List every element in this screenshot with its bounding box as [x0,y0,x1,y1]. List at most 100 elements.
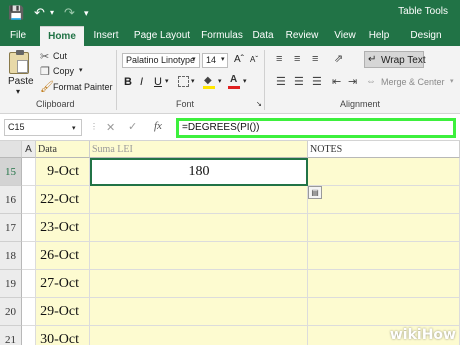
row-header[interactable]: 19 [0,270,22,298]
cell-a[interactable] [22,186,36,214]
font-group-label: Font [176,99,195,109]
date-cell[interactable]: 22-Oct [36,186,90,214]
enter-icon[interactable]: ✓ [128,120,137,133]
customize-toolbar-icon[interactable]: ▾ [84,5,89,21]
cancel-icon[interactable]: ✕ [106,121,115,134]
font-dialog-launcher-icon[interactable]: ↘ [256,100,262,108]
font-size-dropdown-icon[interactable]: ▾ [221,55,225,63]
copy-button[interactable]: Copy [53,66,74,76]
undo-dropdown-icon[interactable]: ▾ [50,5,54,21]
cell-a[interactable] [22,214,36,242]
borders-icon[interactable] [178,76,189,87]
column-header-data[interactable]: Data [36,141,90,158]
orientation-icon[interactable]: ⇗ [334,53,343,65]
notes-cell[interactable] [308,242,460,270]
tab-formulas[interactable]: Formulas [196,26,248,46]
font-color-icon[interactable]: A [228,74,240,89]
select-all-corner[interactable] [0,141,22,158]
tab-insert[interactable]: Insert [88,26,124,46]
underline-dropdown-icon[interactable]: ▾ [165,77,169,85]
tab-view[interactable]: View [330,26,360,46]
date-cell[interactable]: 29-Oct [36,298,90,326]
tab-home[interactable]: Home [40,26,84,46]
cell-a[interactable] [22,242,36,270]
row-header[interactable]: 21 [0,326,22,345]
tab-file[interactable]: File [2,26,34,46]
bold-button[interactable]: B [124,76,132,88]
suma-lei-cell[interactable] [90,326,308,345]
formula-bar-more-icon[interactable]: ⋮ [90,122,98,131]
tab-page-layout[interactable]: Page Layout [130,26,194,46]
align-left-icon[interactable]: ☰ [276,76,286,88]
column-header-a[interactable]: A [22,141,36,158]
format-painter-icon[interactable]: 🖌 [40,81,54,93]
underline-button[interactable]: U [154,76,162,88]
name-box[interactable]: C15 [4,119,82,136]
notes-cell[interactable] [308,214,460,242]
copy-icon[interactable]: ❐ [40,66,50,78]
fill-color-icon[interactable]: ◆ [203,75,215,89]
row-header[interactable]: 15 [0,158,22,186]
row-header[interactable]: 20 [0,298,22,326]
row-header[interactable]: 18 [0,242,22,270]
formula-input[interactable]: =DEGREES(PI()) [176,118,456,138]
increase-indent-icon[interactable]: ⇥ [348,76,357,88]
column-header-notes[interactable]: NOTES [308,141,460,158]
italic-button[interactable]: I [140,76,143,88]
column-header-suma-lei[interactable]: Suma LEI [90,141,308,158]
notes-cell[interactable] [308,158,460,186]
cut-button[interactable]: Cut [53,51,67,61]
date-cell[interactable]: 9-Oct [36,158,90,186]
align-center-icon[interactable]: ☰ [294,76,304,88]
font-name-select[interactable]: Palatino Linotype [122,53,200,68]
suma-lei-cell[interactable] [90,298,308,326]
row-header[interactable]: 16 [0,186,22,214]
tab-data[interactable]: Data [250,26,276,46]
date-cell[interactable]: 30-Oct [36,326,90,345]
save-icon[interactable]: 💾 [8,5,24,21]
selected-cell-c15[interactable]: 180 [90,158,308,186]
fill-color-dropdown-icon[interactable]: ▾ [218,77,222,85]
spreadsheet-grid: A Data Suma LEI NOTES 15 9-Oct 180 16 22-Oct… [0,141,460,345]
increase-font-icon[interactable]: Aˆ [234,54,244,65]
insert-function-button[interactable]: fx [154,120,162,132]
date-cell[interactable]: 27-Oct [36,270,90,298]
suma-lei-cell[interactable] [90,242,308,270]
cell-a[interactable] [22,158,36,186]
notes-cell[interactable] [308,270,460,298]
align-right-icon[interactable]: ☰ [312,76,322,88]
format-painter-button[interactable]: Format Painter [53,82,113,92]
notes-cell[interactable] [308,186,460,214]
align-middle-icon[interactable]: ≡ [294,53,300,65]
wrap-text-button[interactable]: ↵ Wrap Text [364,51,426,68]
font-color-dropdown-icon[interactable]: ▾ [243,77,247,85]
align-top-icon[interactable]: ≡ [276,53,282,65]
name-box-dropdown-icon[interactable]: ▾ [72,124,76,132]
decrease-font-icon[interactable]: Aˇ [250,55,258,64]
paste-options-icon[interactable]: ▤ [308,186,322,199]
decrease-indent-icon[interactable]: ⇤ [332,76,341,88]
date-cell[interactable]: 23-Oct [36,214,90,242]
copy-dropdown-icon[interactable]: ▾ [79,66,83,74]
cell-a[interactable] [22,298,36,326]
align-bottom-icon[interactable]: ≡ [312,53,318,65]
borders-dropdown-icon[interactable]: ▾ [191,77,195,85]
merge-center-button[interactable]: ⇔ Merge & Center ▾ [366,75,458,91]
font-name-dropdown-icon[interactable]: ▾ [192,55,196,63]
cell-a[interactable] [22,326,36,345]
tab-design[interactable]: Design [405,26,447,46]
row-header[interactable]: 17 [0,214,22,242]
redo-icon[interactable]: ↷ [64,5,75,21]
suma-lei-cell[interactable] [90,186,308,214]
undo-icon[interactable]: ↶ [34,5,45,21]
tab-help[interactable]: Help [366,26,392,46]
wikihow-watermark: wikiHow [390,327,456,343]
cell-a[interactable] [22,270,36,298]
date-cell[interactable]: 26-Oct [36,242,90,270]
paste-button[interactable]: Paste ▾ [6,50,34,96]
suma-lei-cell[interactable] [90,214,308,242]
tab-review[interactable]: Review [282,26,322,46]
notes-cell[interactable] [308,298,460,326]
suma-lei-cell[interactable] [90,270,308,298]
cut-icon[interactable]: ✂ [40,51,49,63]
